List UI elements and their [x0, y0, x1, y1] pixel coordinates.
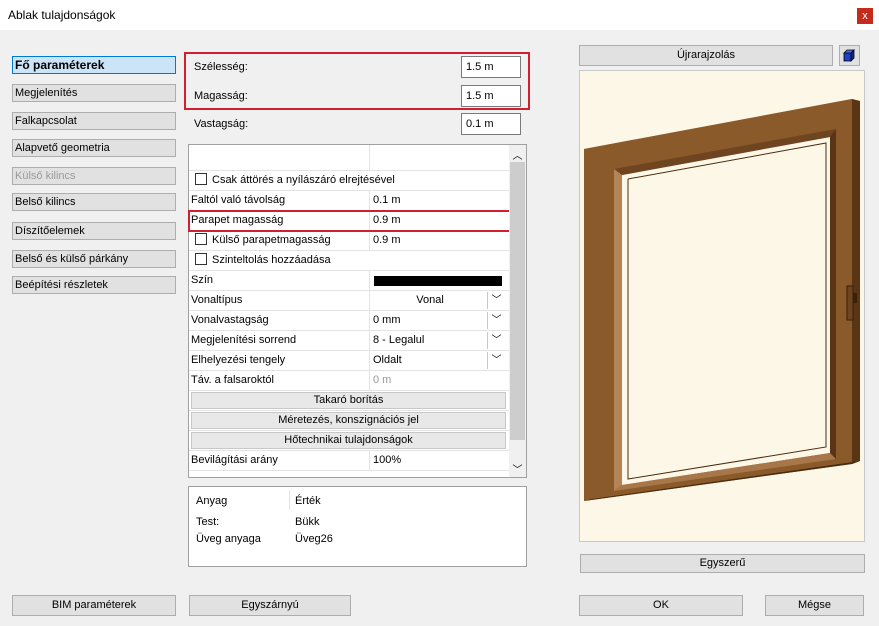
nav-item-main-params[interactable]: Fő paraméterek [12, 56, 176, 74]
grid-row-daylight-ratio[interactable]: Bevilágítási arány 100% [189, 451, 509, 471]
nav-item-decorations[interactable]: Díszítőelemek [12, 222, 176, 240]
line-type-value[interactable]: Vonal [373, 291, 487, 310]
height-input[interactable]: 1.5 m [461, 85, 521, 107]
nav-item-inner-handle[interactable]: Belső kilincs [12, 193, 176, 211]
opening-only-label: Csak áttörés a nyílászáró elrejtésével [212, 174, 395, 186]
grid-row-outer-parapet[interactable]: Külső parapetmagasság 0.9 m [189, 231, 509, 251]
grid-header-row [189, 145, 509, 171]
color-swatch[interactable] [374, 276, 502, 286]
cancel-button[interactable]: Mégse [765, 595, 864, 616]
title-bar [0, 0, 879, 30]
wall-distance-label: Faltól való távolság [191, 194, 286, 206]
outer-parapet-value[interactable]: 0.9 m [373, 231, 401, 250]
nav-item-sills[interactable]: Belső és külső párkány [12, 250, 176, 268]
wall-distance-value[interactable]: 0.1 m [373, 191, 401, 210]
window-title: Ablak tulajdonságok [8, 8, 116, 22]
close-button[interactable]: x [857, 8, 873, 24]
view-cube-button[interactable] [839, 45, 860, 66]
display-order-value[interactable]: 8 - Legalul [373, 331, 424, 350]
material-row-body-name[interactable]: Test: [196, 516, 219, 528]
chevron-down-icon[interactable]: ﹀ [487, 352, 505, 369]
nav-item-installation-details[interactable]: Beépítési részletek [12, 276, 176, 294]
grid-row-color[interactable]: Szín [189, 271, 509, 291]
grid-row-thermal[interactable]: Hőtechnikai tulajdonságok [189, 431, 509, 451]
line-weight-label: Vonalvastagság [191, 314, 269, 326]
bim-params-button[interactable]: BIM paraméterek [12, 595, 176, 616]
chevron-down-icon[interactable]: ﹀ [487, 312, 505, 329]
nav-item-wall-connection[interactable]: Falkapcsolat [12, 112, 176, 130]
scroll-up-icon[interactable]: ︿ [510, 147, 525, 162]
grid-row-corner-distance: Táv. a falsaroktól 0 m [189, 371, 509, 391]
grid-row-level-offset[interactable]: Szinteltolás hozzáadása [189, 251, 509, 271]
material-row-glass-value[interactable]: Üveg26 [295, 533, 333, 545]
scroll-down-icon[interactable]: ﹀ [510, 461, 525, 476]
color-label: Szín [191, 274, 214, 286]
line-type-label: Vonaltípus [191, 294, 243, 306]
single-sash-button[interactable]: Egyszárnyú [189, 595, 351, 616]
thickness-label: Vastagság: [194, 118, 249, 130]
material-row-glass-name[interactable]: Üveg anyaga [196, 533, 261, 545]
dimensioning-section-button[interactable]: Méretezés, konszignációs jel [191, 412, 506, 429]
grid-row-cover[interactable]: Takaró borítás [189, 391, 509, 411]
daylight-ratio-label: Bevilágítási arány [191, 454, 278, 466]
cover-section-button[interactable]: Takaró borítás [191, 392, 506, 409]
material-row-body-value[interactable]: Bükk [295, 516, 319, 528]
cube-icon [843, 49, 855, 62]
thickness-input[interactable]: 0.1 m [461, 113, 521, 135]
line-weight-value[interactable]: 0 mm [373, 311, 401, 330]
ok-button[interactable]: OK [579, 595, 743, 616]
corner-distance-label: Táv. a falsaroktól [191, 374, 274, 386]
window-3d-preview [584, 99, 860, 501]
nav-item-outer-handle: Külső kilincs [12, 167, 176, 185]
level-offset-checkbox[interactable] [195, 253, 207, 265]
nav-item-display[interactable]: Megjelenítés [12, 84, 176, 102]
redraw-button[interactable]: Újrarajzolás [579, 45, 833, 66]
grid-row-wall-distance[interactable]: Faltól való távolság 0.1 m [189, 191, 509, 211]
outer-parapet-checkbox[interactable] [195, 233, 207, 245]
placement-axis-value[interactable]: Oldalt [373, 351, 402, 370]
material-table: Anyag Érték Test: Bükk Üveg anyaga Üveg2… [188, 486, 527, 567]
grid-scroll-thumb[interactable] [510, 162, 525, 440]
material-header-col2: Érték [295, 495, 321, 507]
level-offset-label: Szinteltolás hozzáadása [212, 254, 331, 266]
grid-row-line-weight[interactable]: Vonalvastagság 0 mm ﹀ [189, 311, 509, 331]
corner-distance-value: 0 m [373, 374, 392, 386]
nav-item-basic-geometry[interactable]: Alapvető geometria [12, 139, 176, 157]
grid-row-dimensioning[interactable]: Méretezés, konszignációs jel [189, 411, 509, 431]
window-preview[interactable] [579, 70, 865, 542]
grid-row-display-order[interactable]: Megjelenítési sorrend 8 - Legalul ﹀ [189, 331, 509, 351]
thermal-section-button[interactable]: Hőtechnikai tulajdonságok [191, 432, 506, 449]
grid-row-line-type[interactable]: Vonaltípus Vonal ﹀ [189, 291, 509, 311]
grid-row-opening-only[interactable]: Csak áttörés a nyílászáró elrejtésével [189, 171, 509, 191]
display-order-label: Megjelenítési sorrend [191, 334, 297, 346]
chevron-down-icon[interactable]: ﹀ [487, 292, 505, 309]
width-label: Szélesség: [194, 61, 248, 73]
outer-parapet-label: Külső parapetmagasság [212, 234, 331, 246]
property-grid: Csak áttörés a nyílászáró elrejtésével F… [188, 144, 527, 478]
simple-button[interactable]: Egyszerű [580, 554, 865, 573]
parapet-highlight [188, 210, 511, 232]
chevron-down-icon[interactable]: ﹀ [487, 332, 505, 349]
material-header-col1: Anyag [196, 495, 228, 507]
opening-only-checkbox[interactable] [195, 173, 207, 185]
height-label: Magasság: [194, 90, 248, 102]
width-input[interactable]: 1.5 m [461, 56, 521, 78]
grid-row-placement-axis[interactable]: Elhelyezési tengely Oldalt ﹀ [189, 351, 509, 371]
placement-axis-label: Elhelyezési tengely [191, 354, 286, 366]
daylight-ratio-value[interactable]: 100% [373, 451, 401, 470]
